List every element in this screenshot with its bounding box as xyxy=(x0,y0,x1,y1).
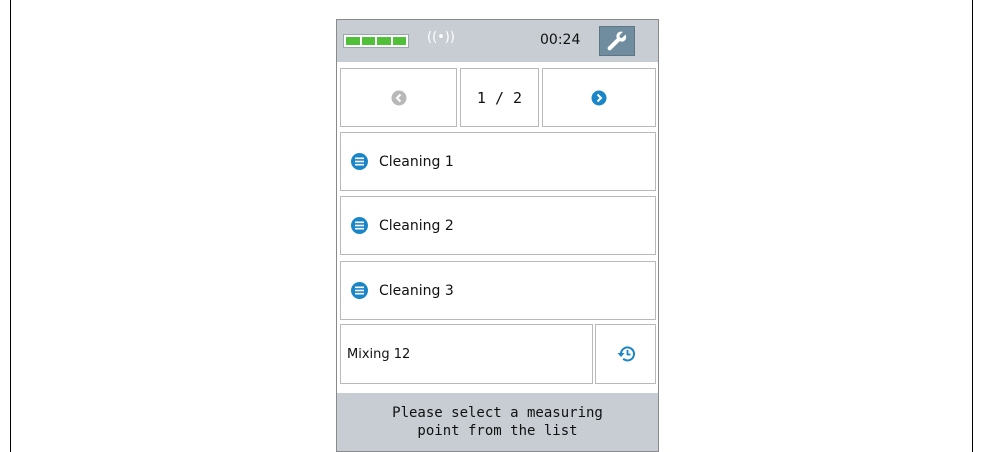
list-item-label: Cleaning 1 xyxy=(379,153,454,170)
device-screen: ((•)) 00:24 1 / 2 Cleaning 1 Cleaning 2 … xyxy=(336,19,659,452)
clock-time: 00:24 xyxy=(540,32,581,48)
settings-button[interactable] xyxy=(599,26,635,56)
battery-cell xyxy=(361,37,375,45)
wireless-signal-icon: ((•)) xyxy=(427,30,455,45)
mixing-row[interactable]: Mixing 12 xyxy=(340,324,593,384)
status-bar: ((•)) 00:24 xyxy=(337,20,658,62)
wrench-icon xyxy=(607,31,627,51)
list-item-label: Cleaning 2 xyxy=(379,217,454,234)
list-item-label: Cleaning 3 xyxy=(379,282,454,299)
battery-cell xyxy=(346,37,360,45)
arrow-right-circle-icon xyxy=(591,90,607,105)
battery-cell xyxy=(392,37,406,45)
list-icon xyxy=(351,282,368,299)
arrow-left-circle-icon xyxy=(391,90,406,105)
history-button[interactable] xyxy=(595,324,656,384)
footer-message: Please select a measuring point from the… xyxy=(337,393,658,451)
battery-cell xyxy=(377,37,391,45)
list-icon xyxy=(351,217,368,234)
list-item[interactable]: Cleaning 1 xyxy=(340,132,656,191)
previous-page-button[interactable] xyxy=(340,68,457,127)
page-indicator: 1 / 2 xyxy=(460,68,539,127)
list-icon xyxy=(351,153,368,170)
next-page-button[interactable] xyxy=(542,68,656,127)
mixing-label: Mixing 12 xyxy=(347,346,411,362)
history-icon xyxy=(617,346,635,362)
list-item[interactable]: Cleaning 3 xyxy=(340,261,656,320)
list-item[interactable]: Cleaning 2 xyxy=(340,196,656,255)
battery-indicator xyxy=(343,34,409,48)
